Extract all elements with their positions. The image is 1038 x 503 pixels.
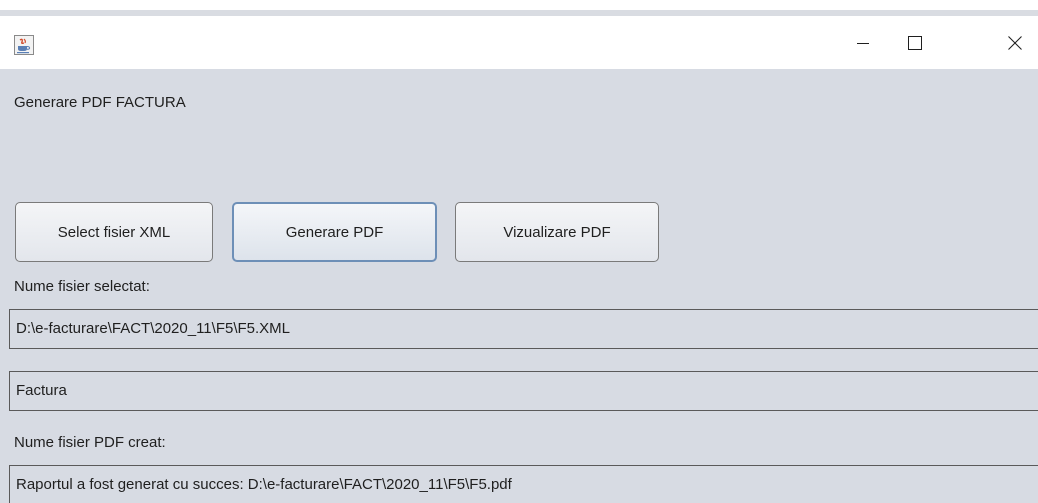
view-pdf-button[interactable]: Vizualizare PDF <box>455 202 659 262</box>
window-top-edge <box>0 0 1038 10</box>
minimize-icon <box>857 42 869 44</box>
maximize-button[interactable] <box>892 16 938 69</box>
document-type-field[interactable]: Factura <box>9 371 1038 411</box>
status-field[interactable]: Raportul a fost generat cu succes: D:\e-… <box>9 465 1038 503</box>
title-bar[interactable] <box>0 16 1038 69</box>
java-cup-icon[interactable] <box>14 35 34 55</box>
select-xml-button[interactable]: Select fisier XML <box>15 202 213 262</box>
generate-pdf-button[interactable]: Generare PDF <box>232 202 437 262</box>
minimize-button[interactable] <box>840 16 886 69</box>
app-window: Generare PDF FACTURA Select fisier XML G… <box>0 0 1038 503</box>
main-panel: Generare PDF FACTURA Select fisier XML G… <box>0 69 1038 503</box>
close-icon <box>1008 35 1022 50</box>
selected-file-field[interactable]: D:\e-facturare\FACT\2020_11\F5\F5.XML <box>9 309 1038 349</box>
selected-file-label: Nume fisier selectat: <box>14 278 150 295</box>
close-button[interactable] <box>992 16 1038 69</box>
maximize-icon <box>908 35 922 50</box>
pdf-created-label: Nume fisier PDF creat: <box>14 434 166 451</box>
page-title: Generare PDF FACTURA <box>14 94 186 111</box>
